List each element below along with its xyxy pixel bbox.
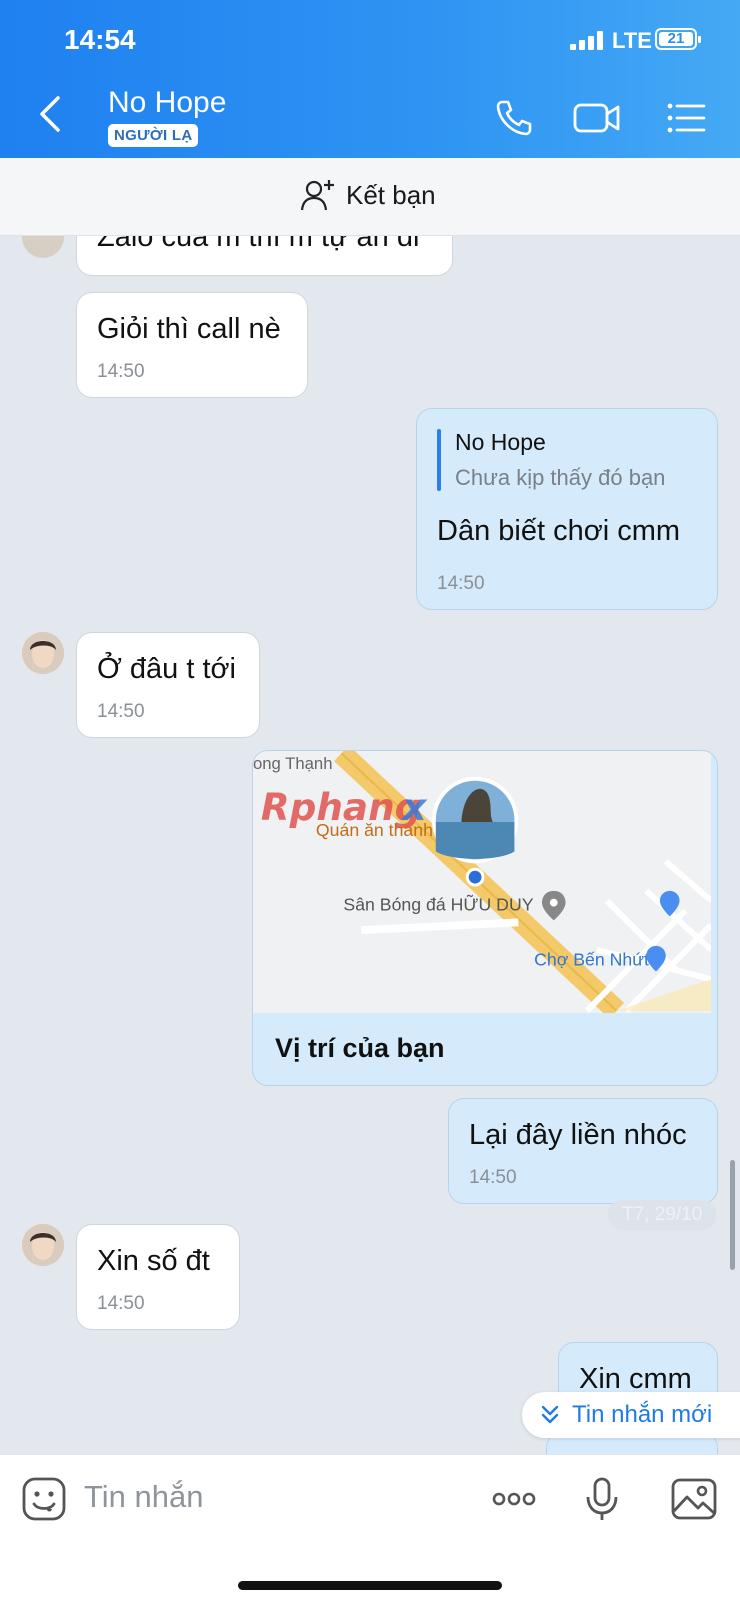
battery-icon: 21: [655, 28, 701, 50]
new-messages-label: Tin nhắn mới: [572, 1401, 713, 1428]
location-map[interactable]: Rphang x ong Thạnh Quán ăn thanh Sân Bón…: [253, 751, 711, 1013]
message-input[interactable]: Tin nhắn: [84, 1479, 204, 1515]
incoming-message[interactable]: Ở đâu t tới 14:50: [76, 632, 260, 738]
date-separator: T7, 29/10: [608, 1200, 717, 1230]
home-indicator: [238, 1581, 502, 1590]
double-chevron-down-icon: [541, 1405, 559, 1424]
microphone-icon[interactable]: [578, 1475, 626, 1523]
image-icon[interactable]: [670, 1475, 718, 1523]
message-time: 14:50: [437, 573, 485, 594]
message-input-bar: Tin nhắn: [0, 1454, 740, 1600]
incoming-message[interactable]: Zalo của m thì m tự an đi: [76, 236, 453, 276]
avatar[interactable]: [22, 632, 64, 674]
map-label-road: ong Thạnh: [253, 754, 333, 773]
message-text: Xin số đt: [97, 1245, 210, 1277]
video-call-icon[interactable]: [572, 96, 622, 140]
stranger-badge: NGƯỜI LẠ: [108, 124, 199, 147]
outgoing-message[interactable]: Lại đây liền nhóc 14:50: [448, 1098, 718, 1204]
sticker-icon[interactable]: [20, 1475, 68, 1523]
quote-text: Chưa kịp thấy đó bạn: [455, 465, 666, 490]
add-friend-button[interactable]: Kết bạn: [300, 178, 436, 212]
message-time: 14:50: [97, 361, 145, 382]
battery-level: 21: [659, 31, 693, 46]
outgoing-reply-message[interactable]: No Hope Chưa kịp thấy đó bạn Dân biết ch…: [416, 408, 718, 610]
message-text: Dân biết chơi cmm: [437, 515, 681, 547]
add-friend-label: Kết bạn: [346, 179, 436, 210]
menu-icon[interactable]: [664, 96, 708, 140]
location-caption: Vị trí của bạn: [275, 1033, 445, 1063]
map-label-field: Sân Bóng đá HỮU DUY: [343, 894, 533, 915]
message-text: Giỏi thì call nè: [97, 313, 281, 345]
new-messages-button[interactable]: Tin nhắn mới: [522, 1392, 740, 1438]
chat-header: 14:54 LTE 21 No Hope NGƯỜI LẠ: [0, 0, 740, 158]
quote-author: No Hope: [455, 429, 546, 455]
incoming-message[interactable]: Xin số đt 14:50: [76, 1224, 240, 1330]
incoming-message[interactable]: Giỏi thì call nè 14:50: [76, 292, 308, 398]
message-list[interactable]: Zalo của m thì m tự an đi Giỏi thì call …: [0, 236, 740, 1454]
message-time: 14:50: [469, 1167, 517, 1188]
signal-icon: [570, 30, 606, 50]
network-label: LTE: [612, 28, 652, 53]
add-friend-bar: Kết bạn: [0, 158, 740, 236]
quote-bar: [437, 429, 441, 491]
scrollbar[interactable]: [730, 1160, 735, 1270]
message-time: 14:50: [97, 701, 145, 722]
avatar[interactable]: [22, 236, 64, 258]
more-icon[interactable]: [490, 1475, 538, 1523]
message-text: Lại đây liền nhóc: [469, 1119, 687, 1151]
avatar[interactable]: [22, 1224, 64, 1266]
message-time: 14:50: [97, 1293, 145, 1314]
back-icon[interactable]: [30, 92, 74, 136]
message-text: Ở đâu t tới: [97, 653, 236, 685]
phone-icon[interactable]: [492, 96, 536, 140]
map-label-restaurant: Quán ăn thanh: [316, 820, 433, 840]
message-text: Zalo của m thì m tự an đi: [97, 236, 420, 253]
add-friend-icon: [300, 180, 334, 211]
map-label-market: Chợ Bến Nhứt: [534, 950, 649, 970]
status-time: 14:54: [64, 24, 136, 55]
contact-name[interactable]: No Hope: [108, 86, 226, 120]
location-message[interactable]: Rphang x ong Thạnh Quán ăn thanh Sân Bón…: [252, 750, 718, 1086]
